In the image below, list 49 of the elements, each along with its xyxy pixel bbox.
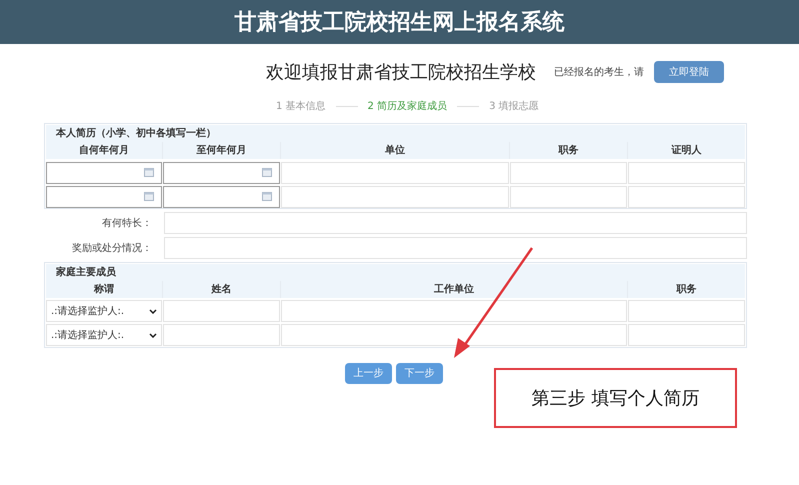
field-label: 奖励或处分情况： <box>71 242 153 256</box>
login-button[interactable]: 立即登陆 <box>654 61 724 83</box>
text-field[interactable] <box>164 237 747 259</box>
text-field[interactable] <box>163 300 280 322</box>
calendar-icon[interactable] <box>262 168 272 177</box>
text-field[interactable] <box>510 162 627 184</box>
field-label: 有何特长： <box>101 216 153 230</box>
date-field[interactable] <box>163 162 280 184</box>
text-field[interactable] <box>163 324 280 346</box>
relation-select[interactable]: .:请选择监护人:. <box>46 324 162 346</box>
text-field[interactable] <box>281 324 627 346</box>
relation-select[interactable]: .:请选择监护人:. <box>46 300 162 322</box>
column-header: 自何年何月 <box>46 142 162 159</box>
text-field[interactable] <box>628 300 745 322</box>
text-field[interactable] <box>281 300 627 322</box>
annotation-caption: 第三步 填写个人简历 <box>532 386 700 410</box>
calendar-icon[interactable] <box>144 192 154 201</box>
chevron-down-icon <box>149 332 157 338</box>
calendar-icon[interactable] <box>144 168 154 177</box>
text-field[interactable] <box>281 186 509 208</box>
welcome-title: 欢迎填报甘肃省技工院校招生学校 <box>266 60 536 84</box>
step-label: 1 基本信息 <box>276 100 326 114</box>
date-field[interactable] <box>163 186 280 208</box>
date-field[interactable] <box>46 186 162 208</box>
section-title: 家庭主要成员 <box>56 265 116 280</box>
column-header: 至何年何月 <box>163 142 280 159</box>
text-field[interactable] <box>281 162 509 184</box>
chevron-down-icon <box>149 308 157 314</box>
text-field[interactable] <box>628 186 745 208</box>
date-field[interactable] <box>46 162 162 184</box>
next-button[interactable]: 下一步 <box>396 363 443 384</box>
column-header: 职务 <box>628 281 745 298</box>
step-label: 2 简历及家庭成员 <box>368 100 448 114</box>
login-note: 已经报名的考生，请 <box>554 66 644 80</box>
text-field[interactable] <box>628 162 745 184</box>
column-header: 工作单位 <box>281 281 627 298</box>
text-field[interactable] <box>510 186 627 208</box>
calendar-icon[interactable] <box>262 192 272 201</box>
column-header: 职务 <box>510 142 627 159</box>
section-title: 本人简历（小学、初中各填写一栏） <box>56 126 216 141</box>
previous-button[interactable]: 上一步 <box>345 363 392 384</box>
column-header: 证明人 <box>628 142 745 159</box>
column-header: 姓名 <box>163 281 280 298</box>
column-header: 单位 <box>281 142 509 159</box>
text-field[interactable] <box>164 212 747 234</box>
site-title: 甘肃省技工院校招生网上报名系统 <box>234 8 564 36</box>
step-label: 3 填报志愿 <box>489 100 539 114</box>
column-header: 称谓 <box>46 281 162 298</box>
text-field[interactable] <box>628 324 745 346</box>
